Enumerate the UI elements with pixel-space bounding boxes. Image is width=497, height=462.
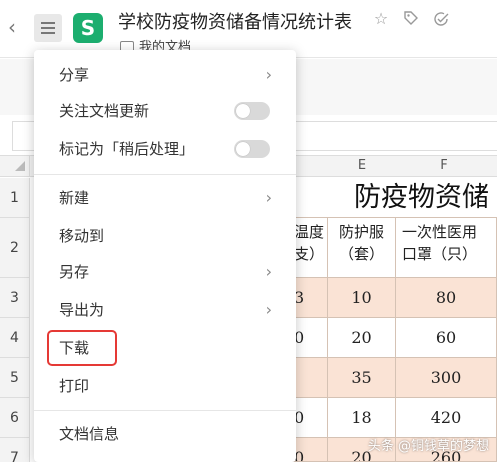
table-cell[interactable]: 18 [328,398,396,438]
table-cell[interactable]: 80 [396,278,497,318]
chevron-right-icon: › [265,262,272,281]
menu-item-doc-info[interactable]: 文档信息 [34,416,296,452]
menu-divider [34,410,296,411]
menu-item-label: 移动到 [59,227,105,245]
document-menu: 分享 › 关注文档更新 标记为「稍后处理」 新建 › 移动到 另存 › 导出为 … [34,50,296,462]
document-title: 学校防疫物资储备情况统计表 [118,12,352,33]
row-number[interactable]: 4 [0,318,30,358]
table-cell[interactable]: 10 [328,278,396,318]
menu-item-label: 文档信息 [59,425,120,443]
menu-item-label: 导出为 [59,301,105,319]
hamburger-menu-icon[interactable] [34,14,62,42]
menu-item-label: 新建 [59,189,90,207]
row-number[interactable]: 6 [0,398,30,438]
row-number[interactable]: 7 [0,438,30,462]
menu-item-label: 分享 [59,66,90,84]
corner-triangle-icon [15,161,25,171]
row-number[interactable]: 3 [0,278,30,318]
tag-icon[interactable] [402,10,420,28]
breadcrumb[interactable]: 我的文档 [120,36,191,51]
back-chevron-icon[interactable]: ‹ [8,16,26,38]
chevron-right-icon: › [265,300,272,319]
chevron-right-icon: › [265,65,272,84]
row-number[interactable]: 5 [0,358,30,398]
header-cell-e[interactable]: 防护服 （套） [328,218,396,278]
row-number[interactable]: 1 [0,178,30,218]
menu-item-label: 标记为「稍后处理」 [59,140,195,158]
star-icon[interactable]: ☆ [372,10,390,28]
table-cell[interactable]: 20 [328,318,396,358]
menu-item-share[interactable]: 分享 › [34,57,296,93]
watermark: 头条 @铜钱草的梦想 [367,439,489,454]
menu-item-export-as[interactable]: 导出为 › [34,292,296,328]
column-letter-e[interactable]: E [328,155,396,177]
table-cell[interactable]: 60 [396,318,497,358]
table-cell[interactable]: 35 [328,358,396,398]
mark-later-toggle[interactable] [234,140,270,158]
menu-item-save-as[interactable]: 另存 › [34,254,296,290]
column-letter-f[interactable]: F [396,155,492,177]
menu-item-print[interactable]: 打印 [34,368,296,404]
table-cell[interactable]: 420 [396,398,497,438]
menu-item-label: 打印 [59,377,90,395]
follow-updates-toggle[interactable] [234,102,270,120]
app-logo: S [73,13,103,43]
sheet-title-cell[interactable]: 防疫物资储 [296,178,497,218]
menu-item-follow-updates[interactable]: 关注文档更新 [34,93,296,129]
menu-item-move-to[interactable]: 移动到 [34,218,296,254]
download-highlight-box [47,330,117,366]
menu-item-new[interactable]: 新建 › [34,180,296,216]
menu-item-label: 另存 [59,263,90,281]
table-cell[interactable]: 300 [396,358,497,398]
chevron-right-icon: › [265,188,272,207]
row-number[interactable]: 2 [0,218,30,278]
check-circle-icon[interactable] [432,10,450,28]
header-cell-f[interactable]: 一次性医用 口罩（只） [396,218,497,278]
menu-divider [34,174,296,175]
menu-item-mark-later[interactable]: 标记为「稍后处理」 [34,131,296,167]
menu-item-label: 关注文档更新 [59,102,150,120]
